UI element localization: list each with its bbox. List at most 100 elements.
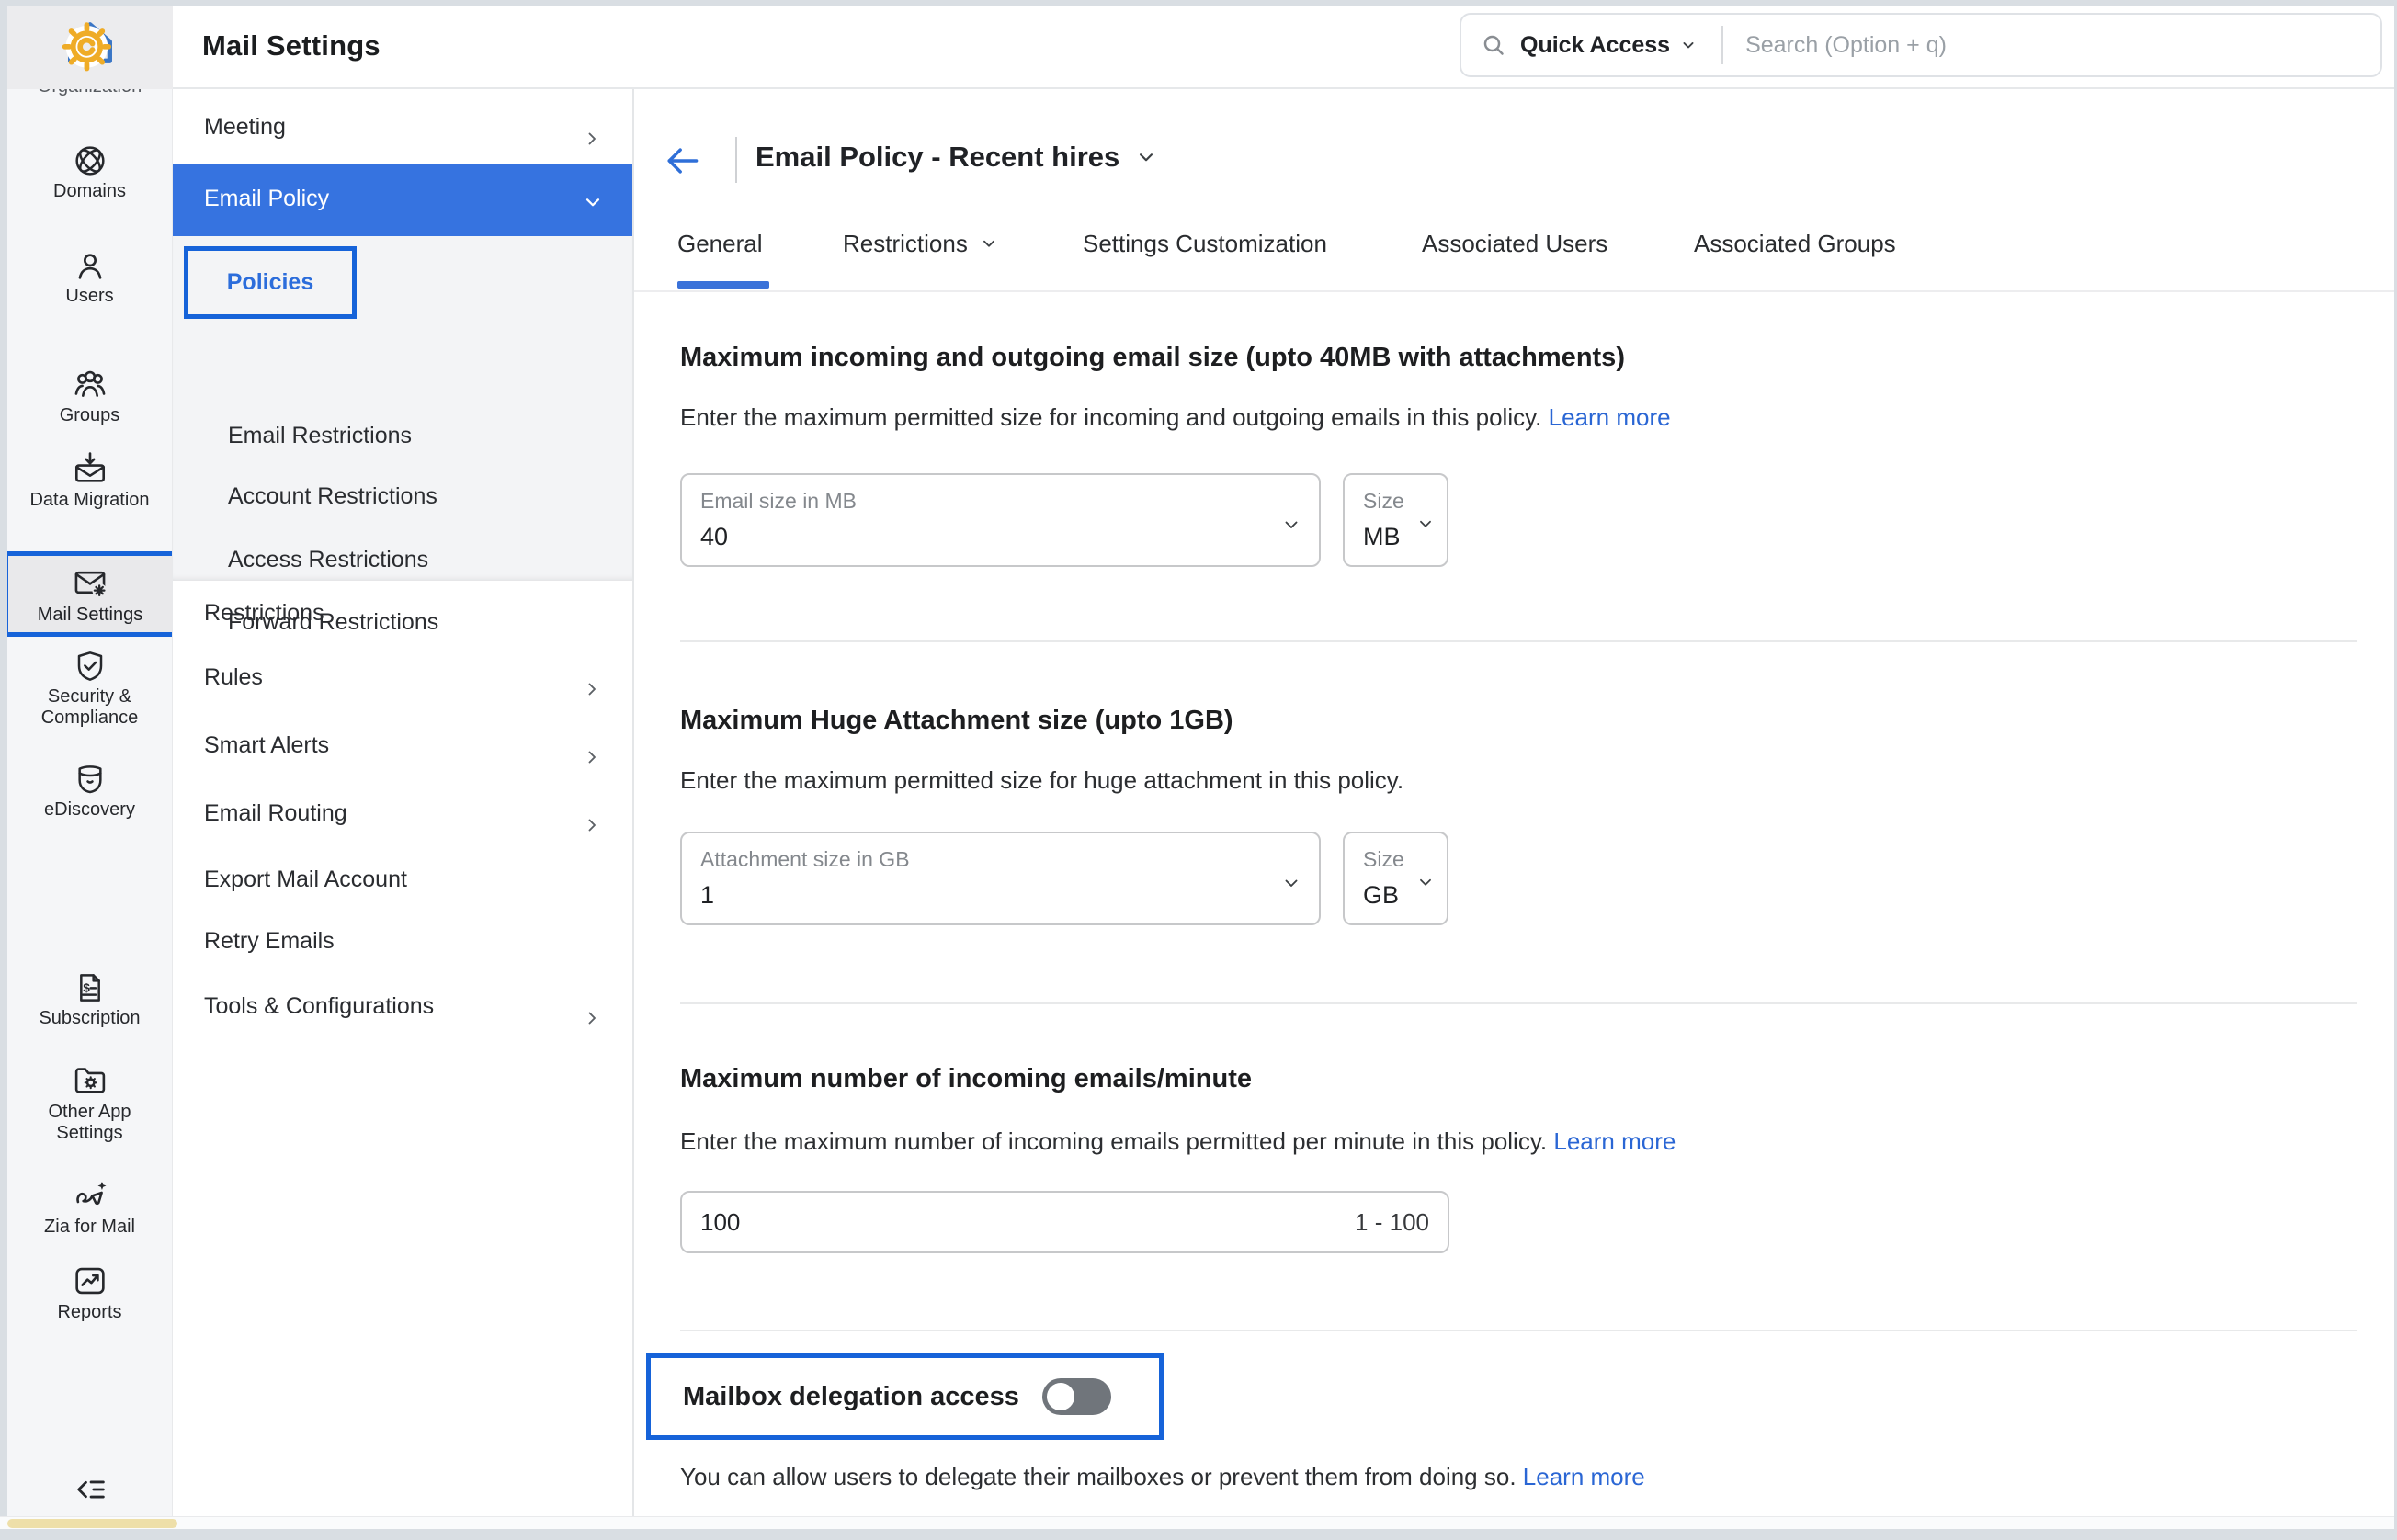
search-input[interactable]: Search (Option + q) [1745,32,1947,59]
email-policy-submenu: Policies Email Restrictions Account Rest… [173,236,632,581]
mail-admin-logo-icon [55,13,125,83]
chevron-down-icon [1280,872,1302,894]
window-bottom-edge [0,1529,2397,1540]
sidebar-item-reports[interactable]: Reports [7,1262,172,1323]
chevron-down-icon [581,188,605,215]
menu-item-smart-alerts[interactable]: Smart Alerts [173,723,632,767]
delegation-highlight-box: Mailbox delegation access [646,1353,1164,1440]
tab-restrictions[interactable]: Restrictions [843,225,999,262]
attachment-size-description: Enter the maximum permitted size for hug… [680,766,1403,795]
user-icon [72,257,108,273]
arrow-left-icon [662,153,702,168]
search-divider [1721,26,1723,64]
submenu-item-email-restrictions[interactable]: Email Restrictions [228,417,412,454]
app-title: Mail Settings [202,29,381,62]
sidebar-item-groups[interactable]: Groups [7,365,172,426]
email-size-unit-select[interactable]: Size MB [1343,473,1448,567]
quick-access-button[interactable]: Quick Access [1520,32,1670,59]
chart-report-icon [71,1273,109,1288]
chevron-down-icon [1679,36,1698,54]
section-divider [680,1002,2357,1004]
submenu-item-account-restrictions[interactable]: Account Restrictions [228,478,437,515]
incoming-rate-input[interactable]: 100 1 - 100 [680,1191,1449,1253]
sidebar-item-ediscovery[interactable]: eDiscovery [7,761,172,821]
menu-item-rules[interactable]: Rules [173,655,632,699]
email-size-heading: Maximum incoming and outgoing email size… [680,343,1625,373]
learn-more-link[interactable]: Learn more [1553,1127,1676,1155]
incoming-rate-heading: Maximum number of incoming emails/minute [680,1064,1252,1094]
header-divider [735,137,737,183]
app-logo[interactable] [7,6,173,89]
menu-item-meeting[interactable]: Meeting [173,105,632,149]
sidebar-item-security-compliance[interactable]: Security & Compliance [7,648,172,729]
email-size-select[interactable]: Email size in MB 40 [680,473,1321,567]
search-icon [1480,31,1507,59]
sidebar-item-organization[interactable]: Organization [7,89,172,97]
tab-associated-groups[interactable]: Associated Groups [1694,225,1896,262]
chevron-down-icon [1280,514,1302,536]
primary-sidebar: Organization Domains Users Groups Data M… [7,89,173,1516]
shield-check-icon [72,658,108,674]
scrollbar-thumb[interactable] [7,1519,177,1528]
chevron-down-icon [1134,145,1158,169]
globe-icon [72,153,108,168]
chevron-right-icon [581,734,603,778]
top-bar: Mail Settings Quick Access Search (Optio… [7,6,2394,89]
sidebar-item-mail-settings-active[interactable]: Mail Settings [7,551,173,637]
horizontal-scrollbar [0,1516,2397,1529]
menu-item-restrictions[interactable]: Restrictions [173,591,632,635]
chevron-down-icon [979,233,999,254]
mail-pouch-icon [72,771,108,787]
section-divider [680,640,2357,642]
active-tab-indicator [677,281,769,289]
submenu-item-policies-highlighted[interactable]: Policies [184,246,357,319]
attachment-size-unit-select[interactable]: Size GB [1343,832,1448,925]
toggle-knob [1047,1383,1074,1410]
delegation-label: Mailbox delegation access [683,1382,1019,1412]
chevron-right-icon [581,802,603,846]
sidebar-collapse-button[interactable] [7,1470,172,1509]
email-size-description: Enter the maximum permitted size for inc… [680,403,1671,432]
chevron-right-icon [581,666,603,710]
section-divider [680,1330,2357,1331]
svg-text:$: $ [83,980,90,994]
learn-more-link[interactable]: Learn more [1523,1463,1645,1490]
policy-detail-panel: Email Policy - Recent hires General Rest… [634,89,2394,1516]
folder-gear-icon [71,1072,109,1088]
incoming-rate-description: Enter the maximum number of incoming ema… [680,1127,1676,1156]
tab-associated-users[interactable]: Associated Users [1422,225,1607,262]
people-group-icon [71,376,109,391]
chevron-right-icon [581,995,603,1039]
back-button[interactable] [662,141,702,181]
sidebar-item-domains[interactable]: Domains [7,142,172,202]
sidebar-item-subscription[interactable]: $ Subscription [7,969,172,1029]
chevron-down-icon [1415,514,1436,534]
chevron-right-icon [581,116,603,160]
policy-title-dropdown[interactable]: Email Policy - Recent hires [755,141,1158,174]
attachment-size-heading: Maximum Huge Attachment size (upto 1GB) [680,706,1233,736]
tab-settings-customization[interactable]: Settings Customization [1083,225,1327,262]
menu-item-retry-emails[interactable]: Retry Emails [173,919,632,963]
submenu-item-access-restrictions[interactable]: Access Restrictions [228,541,428,578]
menu-item-export-mail-account[interactable]: Export Mail Account [173,857,632,901]
sidebar-item-data-migration[interactable]: Data Migration [7,449,172,511]
page-title: Email Policy - Recent hires [755,141,1119,174]
tab-general[interactable]: General [677,225,763,262]
sidebar-item-zia-for-mail[interactable]: Zia for Mail [7,1176,172,1238]
collapse-menu-icon [71,1481,109,1497]
delegation-description: You can allow users to delegate their ma… [680,1463,1645,1491]
menu-item-email-policy-selected[interactable]: Email Policy [173,164,632,236]
tabs-divider [634,290,2394,292]
search-bar[interactable]: Quick Access Search (Option + q) [1460,13,2382,77]
attachment-size-select[interactable]: Attachment size in GB 1 [680,832,1321,925]
envelope-download-icon [71,460,109,476]
mail-settings-menu: Meeting Email Policy Policies Email Rest… [173,89,634,1516]
menu-item-email-routing[interactable]: Email Routing [173,791,632,835]
delegation-toggle-off[interactable] [1042,1378,1111,1415]
menu-item-tools-configurations[interactable]: Tools & Configurations [173,984,632,1028]
zia-icon [71,1187,109,1203]
sidebar-item-users[interactable]: Users [7,247,172,307]
sidebar-item-other-app-settings[interactable]: Other App Settings [7,1061,172,1144]
input-range-hint: 1 - 100 [1355,1208,1429,1237]
learn-more-link[interactable]: Learn more [1549,403,1671,431]
